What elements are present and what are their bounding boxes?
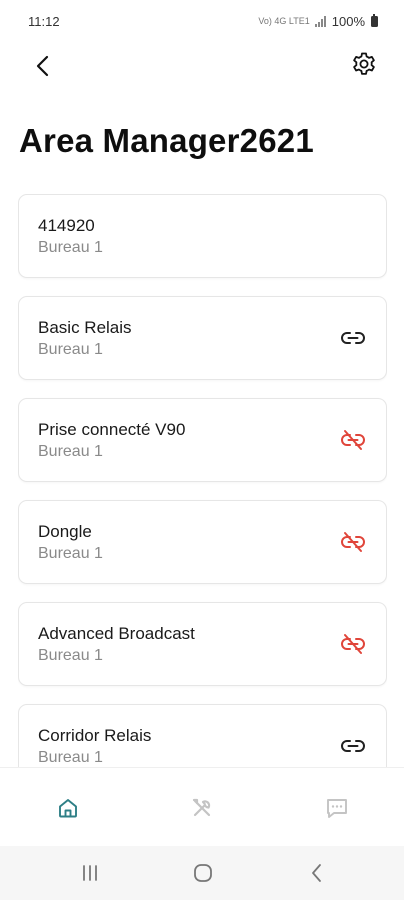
device-location: Bureau 1 [38,647,103,664]
home-icon [59,799,77,818]
recent-apps-button[interactable] [78,862,102,884]
device-card[interactable]: Corridor Relais Bureau 1 [18,704,387,767]
unlink-icon [341,430,365,450]
link-icon [341,740,365,752]
system-navigation-bar [0,846,404,900]
signal-strength-icon [314,15,326,27]
signal-text: Vo) 4G LTE1 [258,16,310,26]
home-system-button[interactable] [191,862,215,884]
device-location: Bureau 1 [38,239,103,256]
unlink-icon [341,532,365,552]
status-indicators: Vo) 4G LTE1 100% [258,13,378,29]
status-bar: 11:12 Vo) 4G LTE1 100% [0,0,404,42]
device-name: Corridor Relais [38,726,152,745]
unlink-icon [341,634,365,654]
device-card[interactable]: Advanced Broadcast Bureau 1 [18,602,387,686]
device-list[interactable]: 414920 Bureau 1 Basic Relais Bureau 1 Pr… [18,194,387,767]
device-card[interactable]: Dongle Bureau 1 [18,500,387,584]
device-name: Prise connecté V90 [38,420,186,439]
device-card[interactable]: Prise connecté V90 Bureau 1 [18,398,387,482]
device-location: Bureau 1 [38,545,103,562]
gear-icon [353,52,375,75]
device-name: 414920 [38,216,95,235]
chevron-left-icon [36,55,49,77]
device-card[interactable]: 414920 Bureau 1 [18,194,387,278]
system-back-button[interactable] [305,862,329,884]
chevron-left-icon [312,864,321,882]
battery-icon [371,13,378,27]
device-name: Advanced Broadcast [38,624,195,643]
device-location: Bureau 1 [38,749,103,766]
tab-tools[interactable] [190,796,214,820]
recent-apps-icon [83,865,97,881]
tools-icon [192,798,211,817]
bottom-navigation [0,767,404,846]
chat-icon [327,799,347,818]
device-name: Dongle [38,522,92,541]
top-app-bar [0,42,404,84]
device-name: Basic Relais [38,318,132,337]
settings-button[interactable] [350,50,378,78]
back-button[interactable] [30,52,58,80]
battery-percentage: 100% [331,13,365,29]
device-card[interactable]: Basic Relais Bureau 1 [18,296,387,380]
status-time: 11:12 [28,13,60,29]
home-circle-icon [194,864,212,882]
link-icon [341,332,365,344]
tab-messages[interactable] [325,796,349,820]
page-title: Area Manager2621 [19,122,314,159]
device-location: Bureau 1 [38,443,103,460]
tab-home[interactable] [56,796,80,820]
device-location: Bureau 1 [38,341,103,358]
